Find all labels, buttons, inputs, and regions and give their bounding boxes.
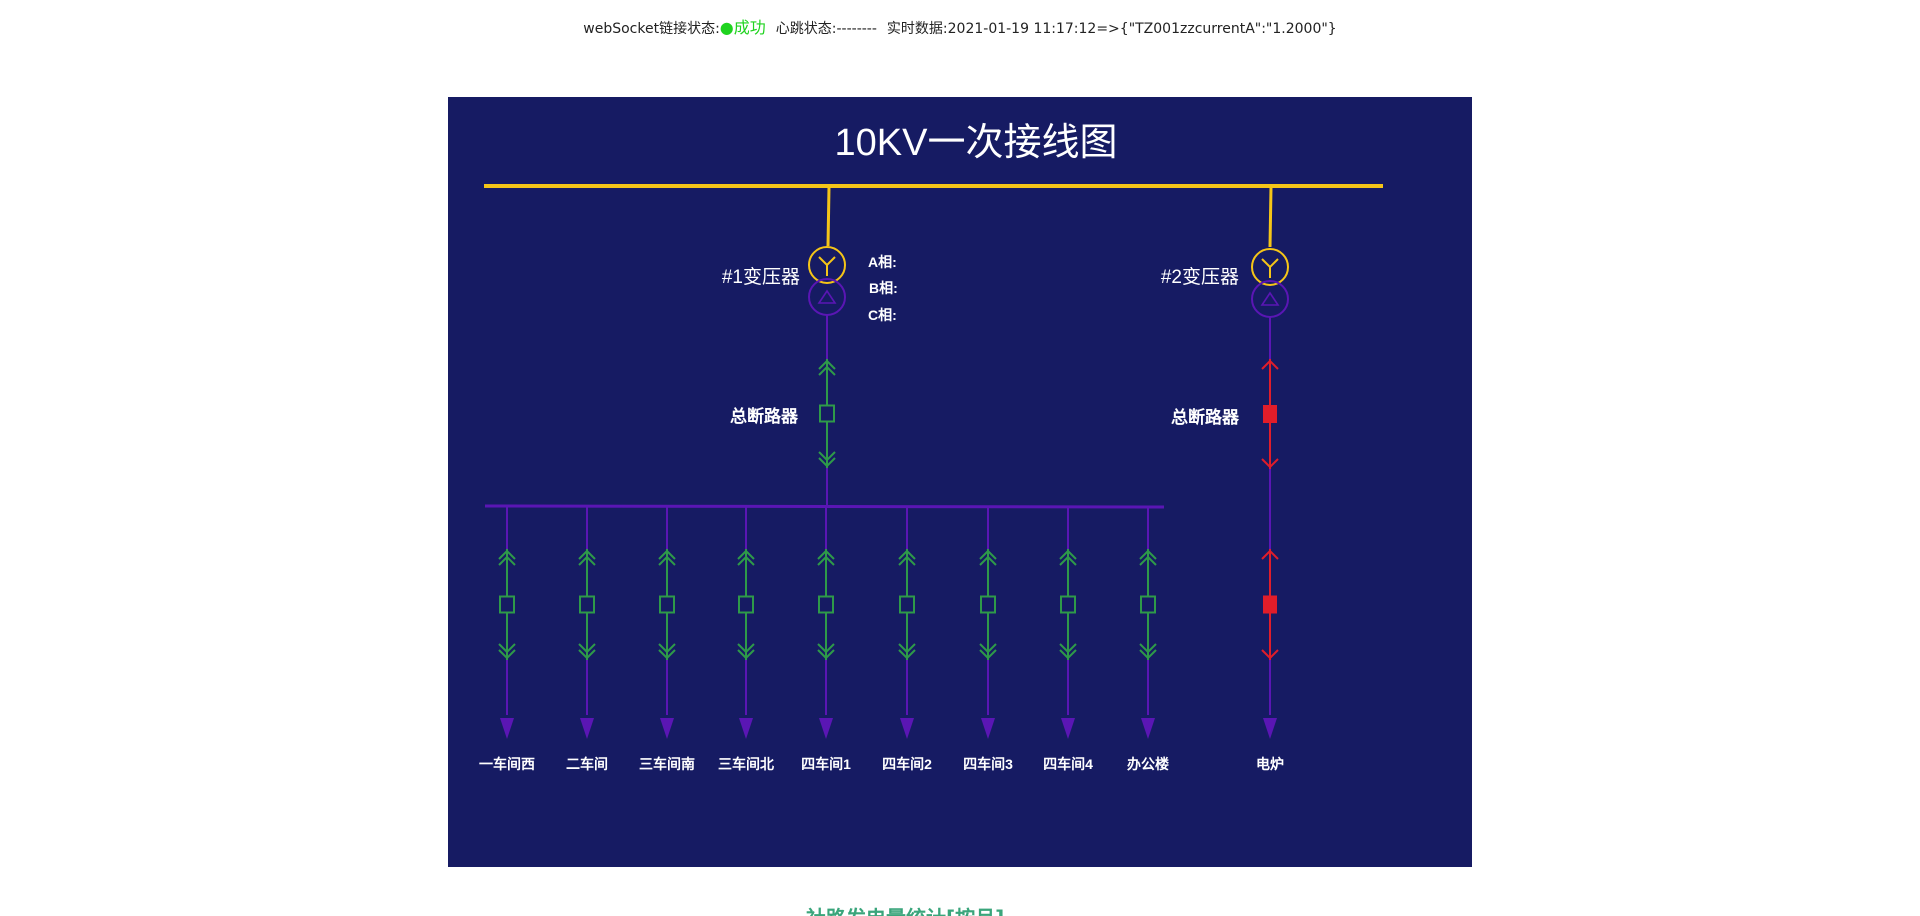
phase-a-label: A相: — [868, 254, 897, 270]
breaker-open-icon — [818, 595, 834, 614]
transformer1-icon[interactable] — [808, 246, 846, 316]
transformer2-icon[interactable] — [1251, 248, 1289, 318]
feeder[interactable]: 四车间4 — [1043, 507, 1093, 772]
feeder-breaker[interactable] — [578, 549, 596, 660]
feeder-label: 三车间北 — [718, 756, 774, 772]
feeder[interactable]: 三车间南 — [639, 507, 695, 772]
breaker-closed-icon — [1263, 595, 1277, 614]
feeder-breaker[interactable] — [658, 549, 676, 660]
status-dot-icon: ● — [719, 18, 734, 37]
feeder-label: 三车间南 — [639, 756, 695, 772]
status-bar: webSocket链接状态:●成功 心跳状态:-------- 实时数据:2021-… — [0, 14, 1920, 38]
feeder-breaker[interactable] — [498, 549, 516, 660]
feeder-breaker[interactable] — [1261, 549, 1279, 660]
load-arrow-icon — [1141, 718, 1155, 739]
feeder-label: 二车间 — [566, 756, 608, 772]
breaker-closed-icon — [1263, 405, 1277, 423]
load-arrow-icon — [739, 718, 753, 739]
load-arrow-icon — [660, 718, 674, 739]
realtime-data: 实时数据:2021-01-19 11:17:12=>{"TZ001zzcurre… — [886, 21, 1337, 37]
load-arrow-icon — [500, 718, 514, 739]
breaker-open-icon — [1060, 595, 1076, 614]
websocket-label: webSocket链接状态: — [583, 21, 720, 37]
transformer2-label: #2变压器 — [1161, 266, 1239, 288]
feeder[interactable]: 四车间1 — [801, 507, 851, 772]
breaker2-label: 总断路器 — [1171, 407, 1240, 427]
diagram-title: 10KV一次接线图 — [835, 122, 1118, 164]
feeder-breaker[interactable] — [817, 549, 835, 660]
feeder-label: 四车间3 — [963, 756, 1013, 772]
main-breaker-1[interactable] — [818, 359, 836, 468]
distribution-bus — [484, 504, 1165, 509]
breaker-open-icon — [499, 595, 515, 614]
load-arrow-icon — [900, 718, 914, 739]
feeder[interactable]: 电炉 — [1256, 545, 1284, 772]
websocket-state: 成功 — [733, 18, 766, 37]
transformer1-feed — [826, 186, 831, 247]
feeder[interactable]: 二车间 — [566, 507, 608, 772]
load-arrow-icon — [819, 718, 833, 739]
breaker1-label: 总断路器 — [730, 406, 799, 426]
footer-partial-text: 社路发电量统计[按月] — [806, 906, 1126, 916]
feeder[interactable]: 一车间西 — [479, 507, 535, 772]
breaker-open-icon — [899, 595, 915, 614]
feeder-label: 电炉 — [1256, 756, 1284, 772]
phase-b-label: B相: — [869, 280, 898, 296]
breaker-open-icon — [819, 404, 835, 423]
main-breaker-2[interactable] — [1261, 359, 1279, 469]
single-line-diagram: 10KV一次接线图 #1变压器 A相: B相: C相: #2变压器 总断路器 总… — [448, 97, 1472, 867]
feeder-label: 四车间4 — [1043, 756, 1093, 772]
load-arrow-icon — [580, 718, 594, 739]
feeder-label: 四车间1 — [801, 756, 851, 772]
transformer1-label: #1变压器 — [722, 266, 800, 288]
phase-c-label: C相: — [868, 307, 897, 323]
breaker-open-icon — [980, 595, 996, 614]
feeder-breaker[interactable] — [979, 549, 997, 660]
feeder-label: 四车间2 — [882, 756, 932, 772]
feeder[interactable]: 四车间3 — [963, 507, 1013, 772]
feeder[interactable]: 三车间北 — [718, 507, 774, 772]
feeder-breaker[interactable] — [1139, 549, 1157, 660]
feeder-label: 一车间西 — [479, 756, 535, 772]
load-arrow-icon — [1263, 718, 1277, 739]
load-arrow-icon — [981, 718, 995, 739]
breaker-open-icon — [738, 595, 754, 614]
feeder[interactable]: 四车间2 — [882, 507, 932, 772]
transformer2-feed — [1268, 186, 1273, 248]
breaker-open-icon — [1140, 595, 1156, 614]
heartbeat-status: 心跳状态:-------- — [775, 21, 877, 37]
feeder-breaker[interactable] — [1059, 549, 1077, 660]
breaker-open-icon — [579, 595, 595, 614]
feeder-breaker[interactable] — [898, 549, 916, 660]
feeder[interactable]: 办公楼 — [1127, 507, 1169, 772]
load-arrow-icon — [1061, 718, 1075, 739]
breaker-open-icon — [659, 595, 675, 614]
feeder-label: 办公楼 — [1127, 756, 1169, 772]
feeder-breaker[interactable] — [737, 549, 755, 660]
